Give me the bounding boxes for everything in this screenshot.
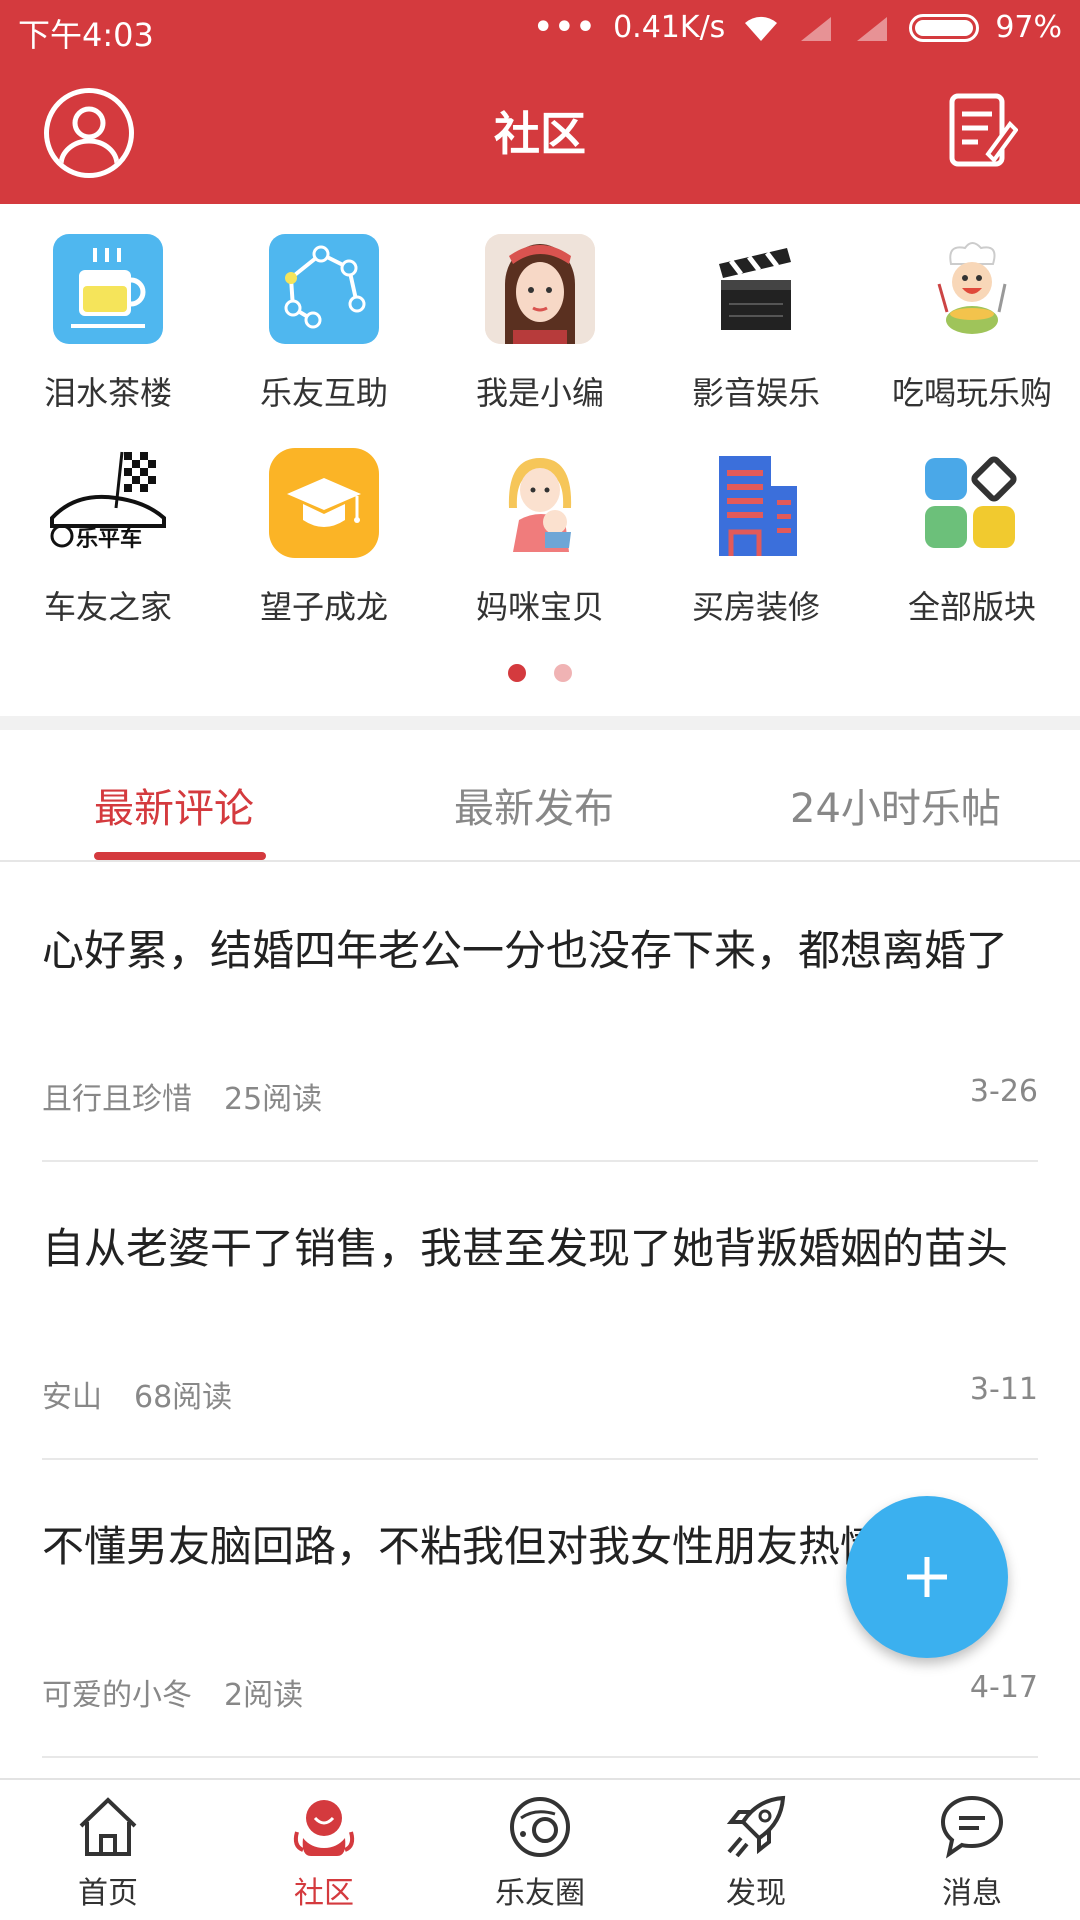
- post-author: 且行且珍惜: [42, 1082, 192, 1117]
- chat-bubble-icon: [940, 1795, 1004, 1859]
- category-label: 影音娱乐: [691, 374, 820, 412]
- app-header: 社区: [0, 64, 1080, 204]
- category-label: 全部版块: [907, 588, 1036, 626]
- graduation-cap-icon: [269, 448, 379, 558]
- all-sections-grid-icon: [917, 448, 1027, 558]
- post-divider: [42, 1756, 1038, 1758]
- post-author: 安山: [42, 1380, 102, 1415]
- category-tea-house[interactable]: 泪水茶楼: [0, 234, 216, 414]
- post-reads: 25阅读: [224, 1082, 323, 1117]
- more-notifications-icon: •••: [533, 10, 598, 45]
- clapperboard-icon: [701, 234, 811, 344]
- nav-label: 发现: [726, 1876, 786, 1911]
- mother-baby-icon: [485, 448, 595, 558]
- category-education[interactable]: 望子成龙: [216, 448, 432, 628]
- compose-post-icon[interactable]: [948, 90, 1019, 170]
- page-dot-2[interactable]: [554, 664, 572, 682]
- status-bar: 下午4:03 ••• 0.41K/s 97%: [0, 0, 1080, 64]
- tab-24h-posts[interactable]: 24小时乐帖: [790, 776, 1001, 834]
- category-label: 吃喝玩乐购: [891, 374, 1052, 412]
- status-time: 下午4:03: [18, 16, 154, 54]
- post-meta: 可爱的小冬 2阅读: [42, 1670, 303, 1714]
- tab-latest-posts[interactable]: 最新发布: [454, 776, 614, 834]
- building-icon: [701, 448, 811, 558]
- home-icon: [79, 1797, 137, 1856]
- planet-icon: [510, 1797, 570, 1857]
- category-label: 泪水茶楼: [43, 374, 172, 412]
- category-all-sections[interactable]: 全部版块: [864, 448, 1080, 628]
- post-meta: 安山 68阅读: [42, 1372, 232, 1416]
- category-house-decor[interactable]: 买房装修: [648, 448, 864, 628]
- racing-car-logo-icon: 乐平车: [46, 448, 170, 558]
- post-author: 可爱的小冬: [42, 1678, 192, 1713]
- community-icon: [293, 1800, 355, 1856]
- category-label: 车友之家: [43, 588, 172, 626]
- grid-page-indicator: [0, 664, 1080, 682]
- battery-level: 97%: [995, 10, 1062, 45]
- rocket-icon: [726, 1795, 786, 1858]
- nav-messages[interactable]: 消息: [864, 1792, 1080, 1912]
- nav-label: 社区: [294, 1876, 354, 1911]
- post-date: 3-26: [969, 1074, 1038, 1109]
- nav-label: 消息: [942, 1876, 1002, 1911]
- post-reads: 68阅读: [134, 1380, 233, 1415]
- top-bar: 下午4:03 ••• 0.41K/s 97% 社区: [0, 0, 1080, 204]
- category-mom-baby[interactable]: 妈咪宝贝: [432, 448, 648, 628]
- category-mutual-help[interactable]: 乐友互助: [216, 234, 432, 414]
- category-food-fun[interactable]: 吃喝玩乐购: [864, 234, 1080, 414]
- tea-cup-icon: [53, 234, 163, 344]
- girl-avatar-icon: [485, 234, 595, 344]
- nav-label: 首页: [78, 1876, 138, 1911]
- category-car-club[interactable]: 乐平车 车友之家: [0, 448, 216, 628]
- tab-latest-comments[interactable]: 最新评论: [94, 776, 254, 834]
- post-item[interactable]: 心好累，结婚四年老公一分也没存下来，都想离婚了 且行且珍惜 25阅读 3-26: [0, 864, 1080, 1162]
- wifi-icon: [741, 13, 781, 43]
- post-title: 心好累，结婚四年老公一分也没存下来，都想离婚了: [42, 926, 1009, 975]
- category-entertainment[interactable]: 影音娱乐: [648, 234, 864, 414]
- page-title: 社区: [494, 107, 586, 161]
- chef-boy-icon: [917, 234, 1027, 344]
- nav-friends-circle[interactable]: 乐友圈: [432, 1792, 648, 1912]
- post-title: 自从老婆干了销售，我甚至发现了她背叛婚姻的苗头: [42, 1224, 1009, 1273]
- car-logo-text: 乐平车: [76, 526, 142, 552]
- post-date: 4-17: [969, 1670, 1038, 1705]
- category-label: 买房装修: [691, 588, 820, 626]
- signal-icon-2: [853, 13, 893, 43]
- category-label: 乐友互助: [259, 374, 388, 412]
- nav-home[interactable]: 首页: [0, 1792, 216, 1912]
- network-nodes-icon: [269, 234, 379, 344]
- bottom-nav: 首页 社区 乐友圈 发现 消息: [0, 1778, 1080, 1920]
- active-tab-indicator: [94, 852, 266, 860]
- nav-community[interactable]: 社区: [216, 1792, 432, 1912]
- category-label: 妈咪宝贝: [475, 588, 604, 626]
- feed-tabs: 最新评论 最新发布 24小时乐帖: [0, 730, 1080, 862]
- status-right: ••• 0.41K/s 97%: [534, 10, 1062, 45]
- nav-discover[interactable]: 发现: [648, 1792, 864, 1912]
- category-grid: 泪水茶楼 乐友互助 我是小编 影音娱乐 吃喝玩乐购 乐平车 车友之家 望子成龙 …: [0, 204, 1080, 704]
- page-dot-1[interactable]: [508, 664, 526, 682]
- post-reads: 2阅读: [224, 1678, 304, 1713]
- new-post-fab[interactable]: [846, 1496, 1008, 1658]
- battery-icon: [909, 13, 980, 42]
- category-editor[interactable]: 我是小编: [432, 234, 648, 414]
- plus-icon: [907, 1557, 947, 1597]
- network-speed: 0.41K/s: [613, 10, 726, 45]
- nav-label: 乐友圈: [495, 1876, 585, 1911]
- post-item[interactable]: 自从老婆干了销售，我甚至发现了她背叛婚姻的苗头 安山 68阅读 3-11: [0, 1162, 1080, 1460]
- signal-icon-1: [797, 13, 837, 43]
- category-label: 望子成龙: [259, 588, 388, 626]
- category-label: 我是小编: [475, 374, 604, 412]
- section-divider: [0, 716, 1080, 730]
- post-date: 3-11: [969, 1372, 1038, 1407]
- post-meta: 且行且珍惜 25阅读: [42, 1074, 322, 1118]
